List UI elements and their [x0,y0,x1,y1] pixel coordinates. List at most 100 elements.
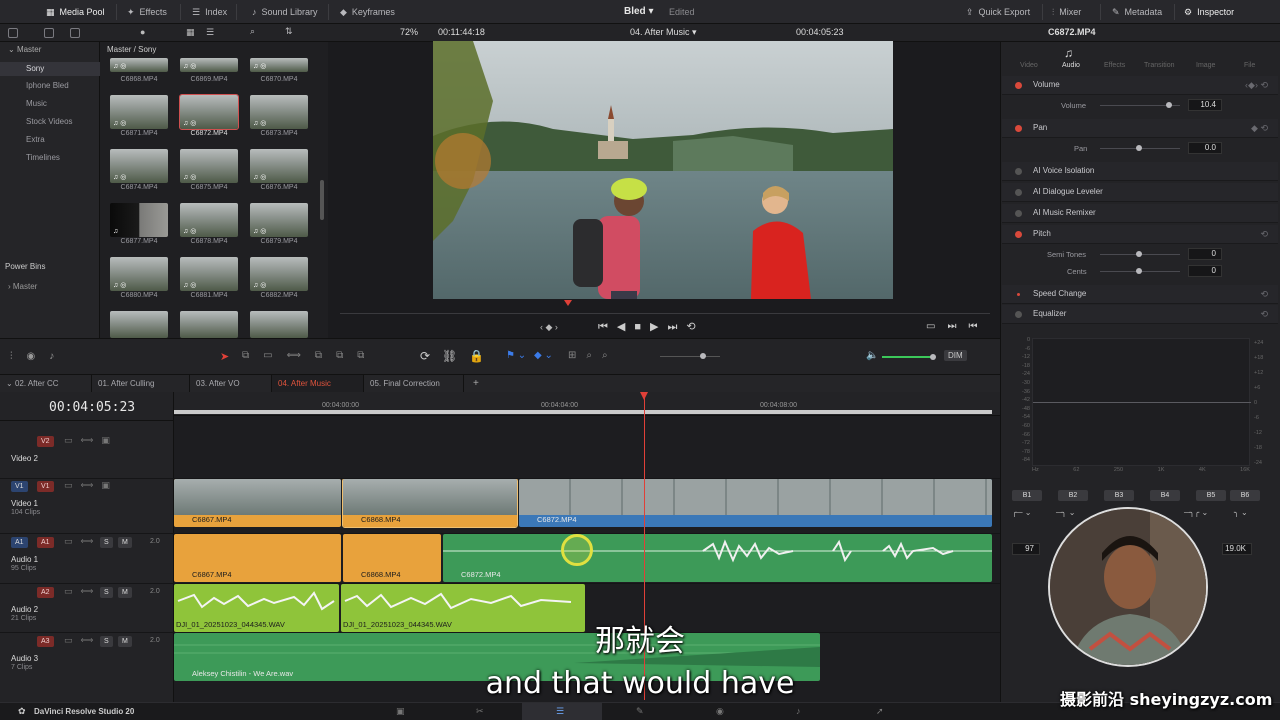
clip-thumbnail[interactable]: ♫ ◎ [180,149,238,183]
tab-timeline-after-music[interactable]: 04. After Music [272,375,364,393]
reset-icon[interactable]: ⟲ [1260,309,1268,320]
inspector-button[interactable]: ⚙ Inspector [1184,0,1234,24]
pan-value[interactable]: 0.0 [1188,142,1222,154]
pool-scrollbar[interactable] [320,180,324,220]
band-b4[interactable]: B4 [1150,490,1180,501]
flag-icon[interactable]: ⚑ ⌄ [506,350,526,361]
ai-dialogue-toggle[interactable] [1015,189,1022,196]
clip-thumbnail[interactable]: ♫ ◎ [180,257,238,291]
bin-extra[interactable]: Extra [26,135,45,144]
solo-button[interactable]: S [100,636,113,647]
clip-thumbnail[interactable]: ♫ ◎ [110,149,168,183]
effects-button[interactable]: ✦ Effects [127,0,167,24]
a2-clip[interactable]: DJI_01_20251023_044345.WAV [341,584,585,632]
timeline-zoom-slider[interactable] [660,353,720,359]
pitch-section[interactable]: Pitch ⟲ [1002,225,1278,244]
clip-thumbnail[interactable] [180,311,238,338]
clip-thumbnail[interactable]: ♫ ◎ [250,95,308,129]
clip-thumbnail[interactable]: ♫ ◎ [250,257,308,291]
ai-voice-isolation-section[interactable]: AI Voice Isolation [1002,162,1278,181]
page-deliver-icon[interactable]: ➚ [876,706,884,717]
speed-change-section[interactable]: Speed Change ⟲ [1002,285,1278,304]
source-a1-badge[interactable]: A1 [11,537,28,548]
bin-timelines[interactable]: Timelines [26,153,60,162]
ai-music-remixer-section[interactable]: AI Music Remixer [1002,204,1278,223]
add-timeline-icon[interactable]: + [473,378,479,389]
reset-icon[interactable]: ⟲ [1260,289,1268,300]
zoom-level[interactable]: 72% [400,27,418,37]
viewer-end-controls[interactable]: ▭⏭⏮ [926,321,989,332]
v1-clip[interactable]: C6868.MP4 [342,478,518,528]
cents-value[interactable]: 0 [1188,265,1222,277]
track-controls[interactable]: ▭⟺ [64,536,101,547]
tab-audio[interactable]: Audio [1062,62,1080,69]
pan-section[interactable]: Pan ◆ ⟲ [1002,119,1278,138]
v1-clip[interactable]: C6872.MP4 [519,479,992,527]
reset-icon[interactable]: ◆ ⟲ [1251,123,1268,134]
sort-icon[interactable]: ⇅ [285,26,293,37]
volume-slider[interactable] [1100,102,1180,108]
clip-thumbnail[interactable]: ♫ ◎ [180,58,238,72]
band-gain-value[interactable]: 97 [1012,543,1040,555]
tab-timeline-after-cc[interactable]: ⌄ 02. After CC [0,375,92,393]
select-tool-icon[interactable]: ➤ [220,350,229,363]
cents-slider[interactable] [1100,268,1180,274]
ai-music-toggle[interactable] [1015,210,1022,217]
page-fairlight-icon[interactable]: ♪ [796,706,801,716]
tab-effects[interactable]: Effects [1104,62,1125,69]
band-type-dropdown[interactable]: ╭─ ⌄ [1012,508,1031,517]
a2-clip[interactable]: DJI_01_20251023_044345.WAV [174,584,339,632]
timeline-view-icons[interactable]: ⫶◉♪ [10,351,68,362]
zoom-icons[interactable]: ⊞⌕⌕ [568,350,618,361]
media-pool-button[interactable]: ▦ Media Pool [46,0,105,24]
dim-button[interactable]: DIM [944,350,967,361]
match-frame-icon[interactable]: ‹ ◆ › [540,322,558,333]
quick-export-button[interactable]: ⇪ Quick Export [966,0,1030,24]
pitch-toggle[interactable] [1015,231,1022,238]
clip-thumbnail[interactable]: ♫ ◎ [250,58,308,72]
track-a2-badge[interactable]: A2 [37,587,54,598]
timeline-ruler[interactable]: 00:04:00:00 00:04:04:00 00:04:08:00 [174,392,1000,416]
power-bins-master[interactable]: › Master [8,282,37,291]
track-a1-badge[interactable]: A1 [37,537,54,548]
a1-clip[interactable]: C6868.MP4 [343,534,441,582]
transport-controls[interactable]: ⏮◀■▶⏭⟲ [598,320,705,334]
tab-file[interactable]: File [1244,62,1255,69]
track-a3-badge[interactable]: A3 [37,636,54,647]
volume-value[interactable]: 10.4 [1188,99,1222,111]
semitones-slider[interactable] [1100,251,1180,257]
solo-button[interactable]: S [100,537,113,548]
snap-link-icons[interactable]: ⟳⛓🔒 [420,349,496,363]
clip-thumbnail[interactable] [110,311,168,338]
clip-thumbnail[interactable]: ♫ ◎ [250,149,308,183]
band-b6[interactable]: B6 [1230,490,1260,501]
tab-transition[interactable]: Transition [1144,62,1174,69]
monitor-volume-slider[interactable] [882,354,936,360]
volume-section[interactable]: Volume ‹◆› ⟲ [1002,76,1278,95]
bin-iphone-bled[interactable]: Iphone Bled [26,81,69,90]
metadata-button[interactable]: ✎ Metadata [1112,0,1162,24]
a1-clip[interactable]: C6872.MP4 [443,534,992,582]
band-b3[interactable]: B3 [1104,490,1134,501]
clip-thumbnail[interactable]: ♫ ◎ [110,95,168,129]
band-type-dropdown[interactable]: ╮ ⌄ [1234,508,1248,517]
bin-sony[interactable]: Sony [0,62,100,76]
reset-icon[interactable]: ⟲ [1260,229,1268,240]
viewer-scrubber[interactable] [340,313,990,314]
clip-thumbnail[interactable] [250,311,308,338]
scrubber-playhead[interactable] [564,300,572,306]
ai-voice-toggle[interactable] [1015,168,1022,175]
track-controls[interactable]: ▭⟺ [64,635,101,646]
timeline-selector[interactable]: 04. After Music ▾ [630,27,697,38]
band-b5[interactable]: B5 [1196,490,1226,501]
search-icon[interactable]: ⌕ [250,26,255,37]
clip-thumbnail[interactable]: ♫ ◎ [110,257,168,291]
tab-timeline-after-culling[interactable]: 01. After Culling [92,375,190,393]
master-bin-header[interactable]: ⌄ Master [8,45,41,54]
band-freq-value[interactable]: 19.0K [1222,543,1252,555]
tab-timeline-final-correction[interactable]: 05. Final Correction [364,375,464,393]
a1-clip[interactable]: C6867.MP4 [174,534,341,582]
clip-view-icon[interactable] [44,28,54,38]
clip-thumbnail-selected[interactable]: ♫ ◎ [179,94,239,130]
bin-music[interactable]: Music [26,99,47,108]
